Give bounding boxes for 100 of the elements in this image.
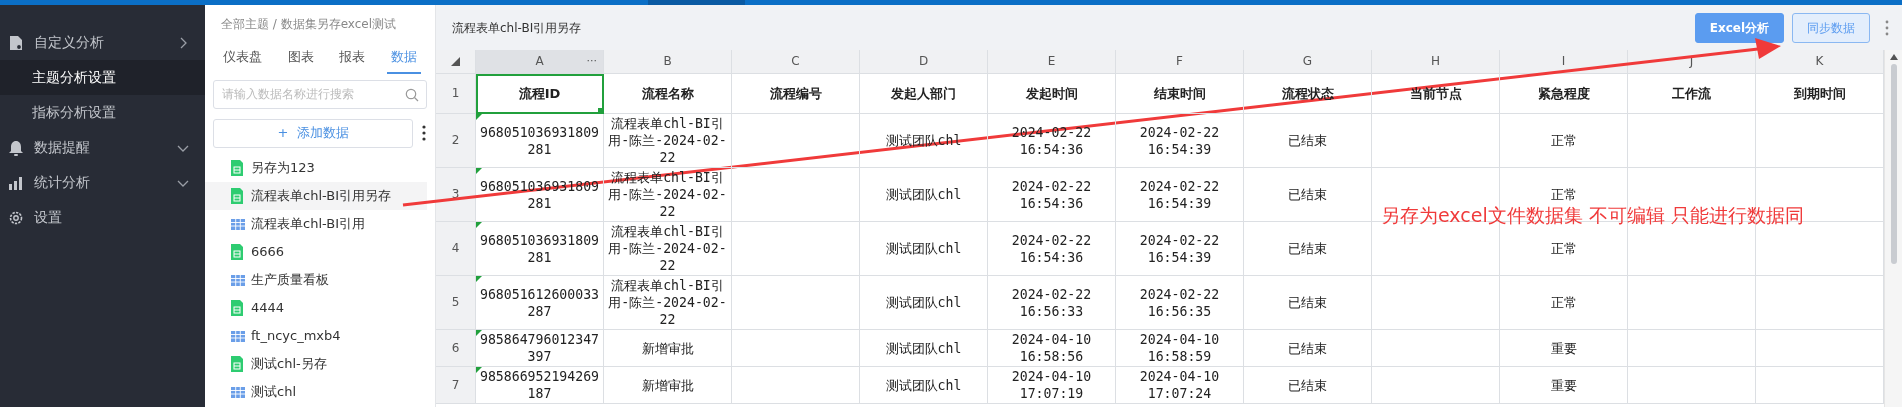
- dataset-item[interactable]: 生产质量看板: [205, 265, 435, 294]
- table-cell: 测试团队chl: [860, 276, 988, 330]
- dataset-item[interactable]: ft_ncyc_mxb4: [205, 321, 435, 350]
- dataset-item[interactable]: 测试chl: [205, 377, 435, 406]
- column-header[interactable]: G: [1244, 50, 1372, 74]
- settings-icon: [8, 209, 24, 226]
- row-header[interactable]: 4: [436, 222, 476, 276]
- column-title: 流程名称: [604, 74, 732, 114]
- dataset-name: 6666: [251, 242, 285, 261]
- table-cell: 已结束: [1244, 222, 1372, 276]
- column-title: 发起时间: [988, 74, 1116, 114]
- dataset-item[interactable]: 4444: [205, 293, 435, 322]
- sheet-icon: [231, 243, 245, 260]
- table-cell: 测试团队chl: [860, 330, 988, 367]
- sidebar-item[interactable]: 统计分析: [0, 165, 205, 200]
- table-cell: 重要: [1500, 330, 1628, 367]
- dataset-item[interactable]: 流程表单chl-BI引用另存: [205, 181, 427, 210]
- dataset-name: 生产质量看板: [251, 270, 329, 289]
- table-cell: 2024-02-22 16:54:36: [988, 168, 1116, 222]
- table-cell: 正常: [1500, 276, 1628, 330]
- table-cell: 2024-02-22 16:54:39: [1116, 168, 1244, 222]
- dataset-item[interactable]: 6666: [205, 237, 435, 266]
- table-cell: 2024-04-10 16:58:56: [988, 330, 1116, 367]
- table-cell: 985864796012347397: [476, 330, 604, 367]
- table-cell: 985866952194269187: [476, 367, 604, 404]
- sheet-icon: [231, 355, 245, 372]
- table-cell: 新增审批: [604, 330, 732, 367]
- column-header[interactable]: K: [1756, 50, 1884, 74]
- tab[interactable]: 图表: [283, 45, 318, 74]
- column-title: 流程ID: [476, 74, 604, 114]
- table-cell: 正常: [1500, 114, 1628, 168]
- table-cell: 已结束: [1244, 276, 1372, 330]
- row-header[interactable]: 5: [436, 276, 476, 330]
- row-header[interactable]: 7: [436, 367, 476, 404]
- bar-chart-icon: [8, 174, 24, 191]
- table-cell: 新增审批: [604, 367, 732, 404]
- scroll-up-icon[interactable]: [1889, 54, 1898, 60]
- dataset-name: 测试chl: [251, 382, 296, 401]
- column-header[interactable]: E: [988, 50, 1116, 74]
- tab[interactable]: 报表: [335, 45, 370, 74]
- column-header[interactable]: C: [732, 50, 860, 74]
- table-cell: 测试团队chl: [860, 367, 988, 404]
- column-header[interactable]: D: [860, 50, 988, 74]
- column-title: 流程编号: [732, 74, 860, 114]
- sidebar-item[interactable]: 设置: [0, 200, 205, 235]
- sidebar-item[interactable]: 自定义分析: [0, 25, 205, 60]
- bell-icon: [8, 139, 24, 156]
- table-cell: 2024-02-22 16:54:36: [988, 222, 1116, 276]
- column-title: 紧急程度: [1500, 74, 1628, 114]
- column-title: 工作流: [1628, 74, 1756, 114]
- column-header[interactable]: I: [1500, 50, 1628, 74]
- tab[interactable]: 仪表盘: [219, 45, 266, 74]
- table-cell: 2024-04-10 17:07:24: [1116, 367, 1244, 404]
- dataset-name: ft_ncyc_mxb4: [251, 326, 341, 345]
- table-cell: 测试团队chl: [860, 222, 988, 276]
- table-cell: 968051036931809281: [476, 222, 604, 276]
- column-menu-button[interactable]: ···: [584, 53, 599, 69]
- select-all-icon[interactable]: [451, 57, 460, 66]
- search-icon[interactable]: [405, 87, 419, 102]
- table-cell: 2024-02-22 16:54:39: [1116, 222, 1244, 276]
- sheet-icon: [231, 187, 245, 204]
- row-header[interactable]: 6: [436, 330, 476, 367]
- table-cell: 已结束: [1244, 330, 1372, 367]
- column-title: 结束时间: [1116, 74, 1244, 114]
- vertical-scrollbar[interactable]: [1884, 50, 1902, 407]
- column-header[interactable]: B: [604, 50, 732, 74]
- row-header[interactable]: 2: [436, 114, 476, 168]
- dataset-name: 4444: [251, 298, 285, 317]
- column-header[interactable]: A ···: [476, 50, 604, 74]
- dataset-name: 流程表单chl-BI引用另存: [251, 186, 391, 205]
- table-cell: 2024-02-22 16:56:33: [988, 276, 1116, 330]
- column-title: 发起人部门: [860, 74, 988, 114]
- sheet-icon: [231, 299, 245, 316]
- tab[interactable]: 数据: [386, 45, 421, 74]
- column-header[interactable]: H: [1372, 50, 1500, 74]
- table-cell: 2024-02-22 16:56:35: [1116, 276, 1244, 330]
- table-cell: 已结束: [1244, 168, 1372, 222]
- sidebar-item[interactable]: 数据提醒: [0, 130, 205, 165]
- more-icon[interactable]: [421, 125, 427, 141]
- sidebar-subitem[interactable]: 指标分析设置: [0, 95, 205, 130]
- column-header[interactable]: F: [1116, 50, 1244, 74]
- dataset-item[interactable]: 另存为123: [205, 153, 435, 182]
- table-cell: 重要: [1500, 367, 1628, 404]
- search-field[interactable]: 请输入数据名称进行搜索: [213, 79, 427, 109]
- dataset-item[interactable]: 测试chl-另存: [205, 349, 435, 378]
- dataset-name: 另存为123: [251, 158, 315, 177]
- row-header[interactable]: 3: [436, 168, 476, 222]
- row-header[interactable]: 1: [436, 74, 476, 114]
- table-cell: 已结束: [1244, 367, 1372, 404]
- document-icon: [8, 34, 24, 51]
- table-cell: 2024-02-22 16:54:39: [1116, 114, 1244, 168]
- table-cell: 流程表单chl-BI引用-陈兰-2024-02-22: [604, 114, 732, 168]
- dataset-item[interactable]: 流程表单chl-BI引用: [205, 209, 435, 238]
- sidebar-subitem[interactable]: 主题分析设置: [0, 60, 205, 95]
- sheet-icon: [231, 159, 245, 176]
- breadcrumb-link[interactable]: 全部主题: [221, 17, 269, 31]
- table-cell: 2024-04-10 16:58:59: [1116, 330, 1244, 367]
- dataset-name: 测试chl-另存: [251, 354, 327, 373]
- sheet-title: 流程表单chl-BI引用另存: [452, 19, 583, 37]
- table-cell: 流程表单chl-BI引用-陈兰-2024-02-22: [604, 222, 732, 276]
